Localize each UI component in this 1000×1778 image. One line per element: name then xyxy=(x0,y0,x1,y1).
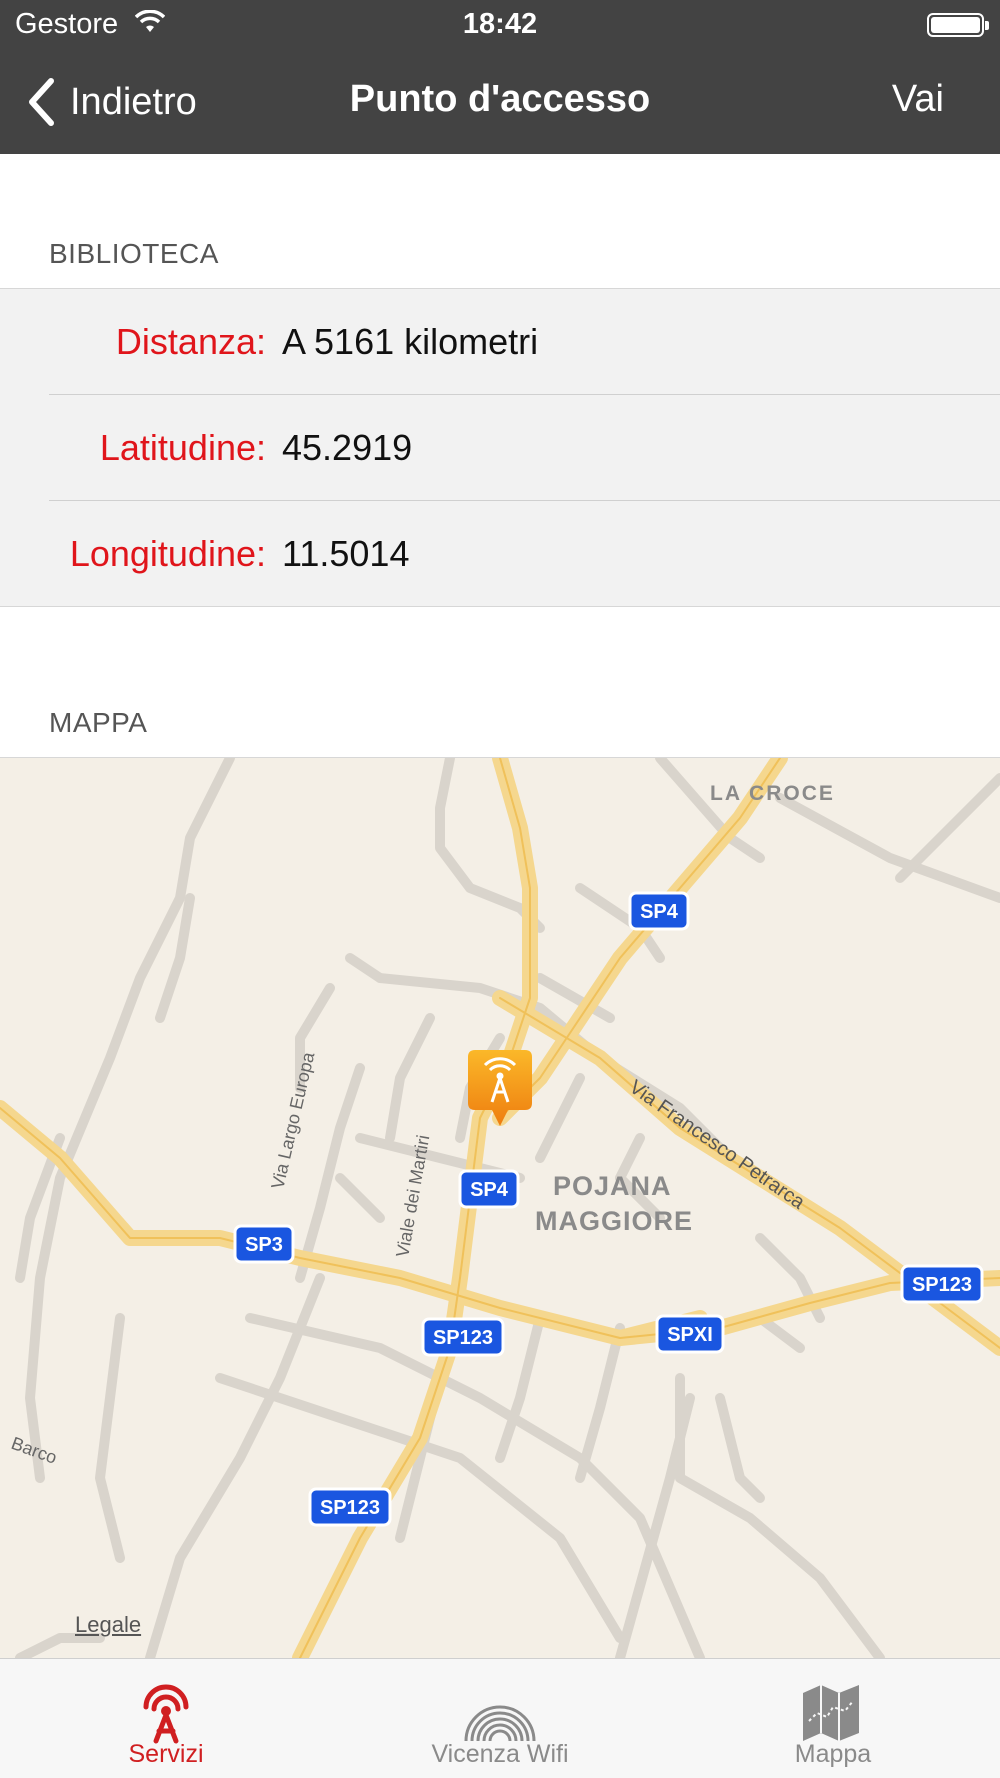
info-value: A 5161 kilometri xyxy=(282,321,539,362)
page-title: Punto d'accesso xyxy=(349,78,651,120)
route-shield-sp4-north: SP4 xyxy=(628,891,690,931)
route-shield-sp123-south: SP123 xyxy=(308,1487,392,1527)
route-shield-sp123-east: SP123 xyxy=(900,1264,984,1304)
info-key: Latitudine: xyxy=(99,427,266,468)
svg-text:SP4: SP4 xyxy=(640,901,679,923)
route-shield-sp123-center: SP123 xyxy=(421,1317,505,1357)
map-view[interactable]: LA CROCE POJANA MAGGIORE Via Francesco P… xyxy=(0,758,1000,1658)
info-value: 11.5014 xyxy=(282,533,410,574)
battery-icon xyxy=(927,13,989,37)
info-row-latitude: Latitudine: 45.2919 xyxy=(0,395,1000,501)
tab-bar: Servizi Vicenza Wifi Mappa xyxy=(0,1658,1000,1778)
route-shield-spxi: SPXI xyxy=(655,1314,725,1354)
svg-text:SP123: SP123 xyxy=(912,1274,972,1296)
top-bar: Gestore 18:42 Indietro Punto d'accesso V… xyxy=(0,0,1000,154)
svg-text:SP4: SP4 xyxy=(470,1179,509,1201)
info-row-longitude: Longitudine: 11.5014 xyxy=(0,501,1000,607)
map-canvas: LA CROCE POJANA MAGGIORE Via Francesco P… xyxy=(0,758,1000,1658)
info-table: Distanza: A 5161 kilometri Latitudine: 4… xyxy=(0,289,1000,607)
route-shield-sp3: SP3 xyxy=(233,1224,295,1264)
antenna-icon xyxy=(143,1684,189,1744)
info-section-title: BIBLIOTECA xyxy=(49,238,219,269)
place-label-la-croce: LA CROCE xyxy=(710,782,835,805)
map-section-header: MAPPA xyxy=(0,688,1000,758)
info-value: 45.2919 xyxy=(282,427,413,468)
tab-servizi[interactable]: Servizi xyxy=(36,1659,296,1778)
tab-label: Mappa xyxy=(794,1740,872,1768)
wifi-rings-icon xyxy=(464,1705,536,1742)
place-label-pojana: POJANA xyxy=(553,1171,672,1201)
tab-mappa[interactable]: Mappa xyxy=(703,1659,963,1778)
info-key: Distanza: xyxy=(115,321,266,362)
navigation-bar: Indietro Punto d'accesso Vai xyxy=(0,50,1000,154)
tab-label: Vicenza Wifi xyxy=(431,1740,569,1768)
svg-text:SP123: SP123 xyxy=(433,1327,493,1349)
svg-text:SPXI: SPXI xyxy=(667,1324,713,1346)
legal-link[interactable]: Legale xyxy=(75,1612,141,1638)
route-shield-sp4-center: SP4 xyxy=(458,1169,520,1209)
road-label-largo-europa: Via Largo Europa xyxy=(267,1049,318,1191)
svg-text:SP3: SP3 xyxy=(245,1234,283,1256)
map-section-title: MAPPA xyxy=(49,707,148,738)
status-bar: Gestore 18:42 xyxy=(0,0,1000,50)
tab-label: Servizi xyxy=(128,1740,204,1768)
info-section-header: BIBLIOTECA xyxy=(0,219,1000,289)
info-key: Longitudine: xyxy=(69,533,266,574)
info-row-distance: Distanza: A 5161 kilometri xyxy=(0,289,1000,395)
folded-map-icon xyxy=(803,1685,859,1741)
tab-vicenza-wifi[interactable]: Vicenza Wifi xyxy=(370,1659,630,1778)
clock: 18:42 xyxy=(462,8,538,40)
place-label-maggiore: MAGGIORE xyxy=(535,1206,693,1236)
svg-text:SP123: SP123 xyxy=(320,1497,380,1519)
go-button[interactable]: Vai xyxy=(892,78,944,121)
